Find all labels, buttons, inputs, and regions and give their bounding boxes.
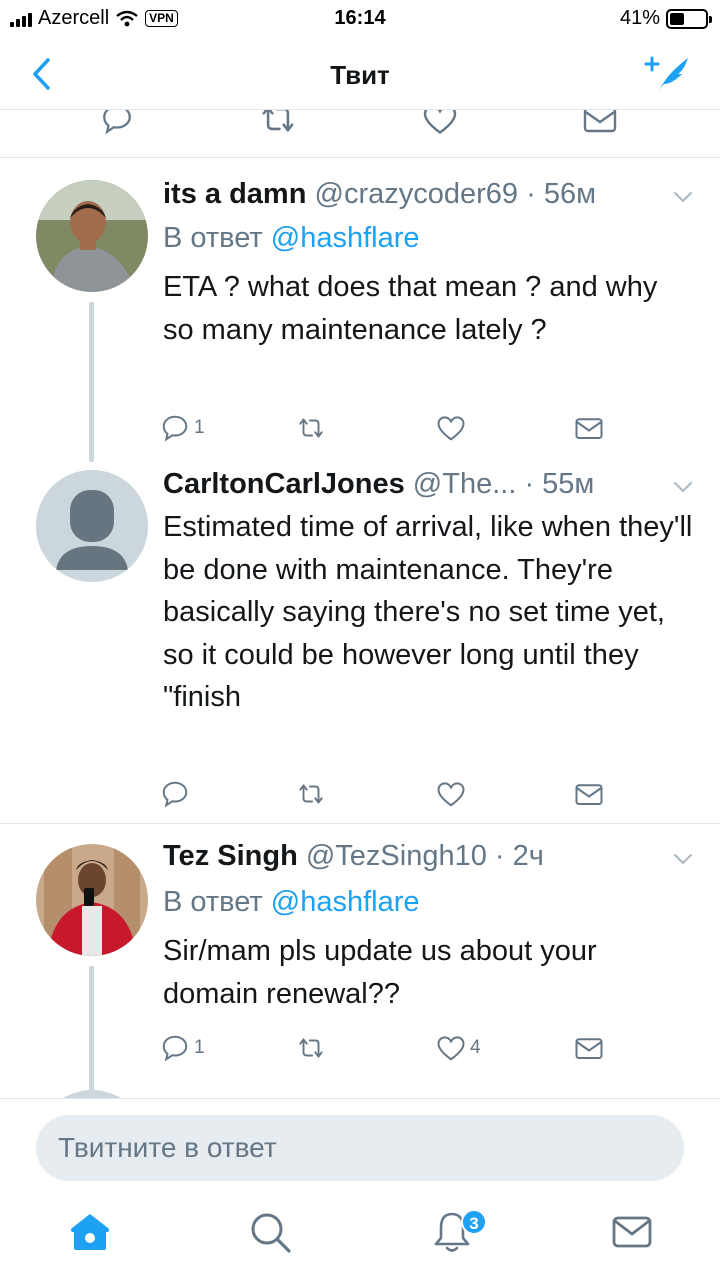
chevron-left-icon[interactable] — [24, 56, 60, 92]
reply-icon — [162, 781, 188, 808]
retweet-icon — [299, 784, 323, 804]
tweet-text: Sir/mam pls update us about your domain … — [163, 935, 597, 1010]
tweet-actions — [160, 776, 620, 812]
reply-composer — [0, 1098, 720, 1198]
clock: 16:14 — [334, 7, 386, 29]
like-button[interactable] — [436, 410, 470, 446]
author-name[interactable]: CarltonCarlJones — [163, 468, 405, 500]
battery-percent: 41% — [619, 7, 660, 29]
reply-button[interactable]: 1 — [160, 410, 205, 446]
author-handle[interactable]: @TezSingh10 — [306, 840, 487, 872]
thread-line — [89, 966, 94, 1098]
messages-icon[interactable] — [608, 1208, 656, 1256]
tweet-text: ETA ? what does that mean ? and why so m… — [163, 271, 658, 346]
avatar[interactable] — [36, 1090, 148, 1098]
avatar[interactable] — [36, 844, 148, 956]
like-button[interactable] — [436, 776, 470, 812]
direct-message-button[interactable] — [574, 776, 604, 812]
reply-count: 1 — [194, 1037, 205, 1058]
retweet-icon — [299, 1038, 323, 1058]
mention-link[interactable]: @hashflare — [271, 886, 420, 918]
retweet-button[interactable] — [296, 1030, 330, 1066]
reply-button[interactable]: 1 — [160, 1030, 205, 1066]
reply-context: В ответ @hashflare — [163, 222, 420, 254]
page-title: Твит — [330, 60, 390, 90]
tweet-time: 55м — [542, 468, 595, 500]
thread-line — [89, 302, 94, 462]
heart-icon — [437, 782, 465, 807]
mention-link[interactable]: @hashflare — [271, 222, 420, 254]
tweet-time: 2ч — [512, 840, 544, 872]
avatar[interactable] — [36, 180, 148, 292]
reply-icon[interactable] — [100, 110, 134, 136]
reply-context: В ответ @hashflare — [163, 886, 420, 918]
tweet[interactable]: Tez Singh @TezSingh10 · 2ч В ответ @hash… — [0, 824, 720, 1098]
home-icon[interactable] — [66, 1208, 114, 1256]
compose-tweet-icon[interactable] — [642, 52, 694, 100]
tweet-time: 56м — [543, 178, 597, 210]
author-handle[interactable]: @crazycoder69 — [315, 178, 519, 210]
message-icon — [575, 1038, 603, 1059]
reply-icon — [162, 415, 188, 442]
status-bar: Azercell VPN 16:14 41% — [0, 0, 720, 40]
retweet-button[interactable] — [296, 410, 330, 446]
heart-icon — [437, 1036, 465, 1061]
reply-icon — [162, 1035, 188, 1062]
message-icon[interactable] — [582, 110, 618, 136]
chevron-down-icon[interactable] — [670, 474, 696, 500]
message-icon — [575, 418, 603, 439]
tweet-actions: 1 4 — [160, 1030, 620, 1066]
like-count: 4 — [470, 1037, 481, 1058]
retweet-button[interactable] — [296, 776, 330, 812]
direct-message-button[interactable] — [574, 1030, 604, 1066]
direct-message-button[interactable] — [574, 410, 604, 446]
notifications-badge: 3 — [461, 1209, 487, 1235]
author-name[interactable]: its a damn — [163, 178, 306, 210]
like-button[interactable]: 4 — [436, 1030, 481, 1066]
battery-icon — [666, 8, 712, 29]
tweet-text: Estimated time of arrival, like when the… — [163, 511, 693, 713]
author-name[interactable]: Tez Singh — [163, 840, 298, 872]
search-icon[interactable] — [246, 1208, 294, 1256]
avatar[interactable] — [36, 470, 148, 582]
chevron-down-icon[interactable] — [670, 184, 696, 210]
message-icon — [575, 784, 603, 805]
reply-count: 1 — [194, 417, 205, 438]
retweet-icon[interactable] — [258, 110, 298, 136]
heart-icon[interactable] — [422, 110, 458, 136]
tweet-actions: 1 — [160, 410, 620, 446]
retweet-icon — [299, 418, 323, 438]
heart-icon — [437, 416, 465, 441]
chevron-down-icon[interactable] — [670, 846, 696, 872]
tab-bar — [0, 1198, 720, 1280]
tweet[interactable]: its a damn @crazycoder69 · 56м В ответ @… — [0, 160, 720, 822]
previous-tweet-actions — [0, 110, 720, 158]
nav-bar: Твит — [0, 40, 720, 110]
reply-button[interactable] — [160, 776, 194, 812]
reply-input[interactable] — [36, 1115, 684, 1181]
author-handle[interactable]: @The... — [413, 468, 517, 500]
